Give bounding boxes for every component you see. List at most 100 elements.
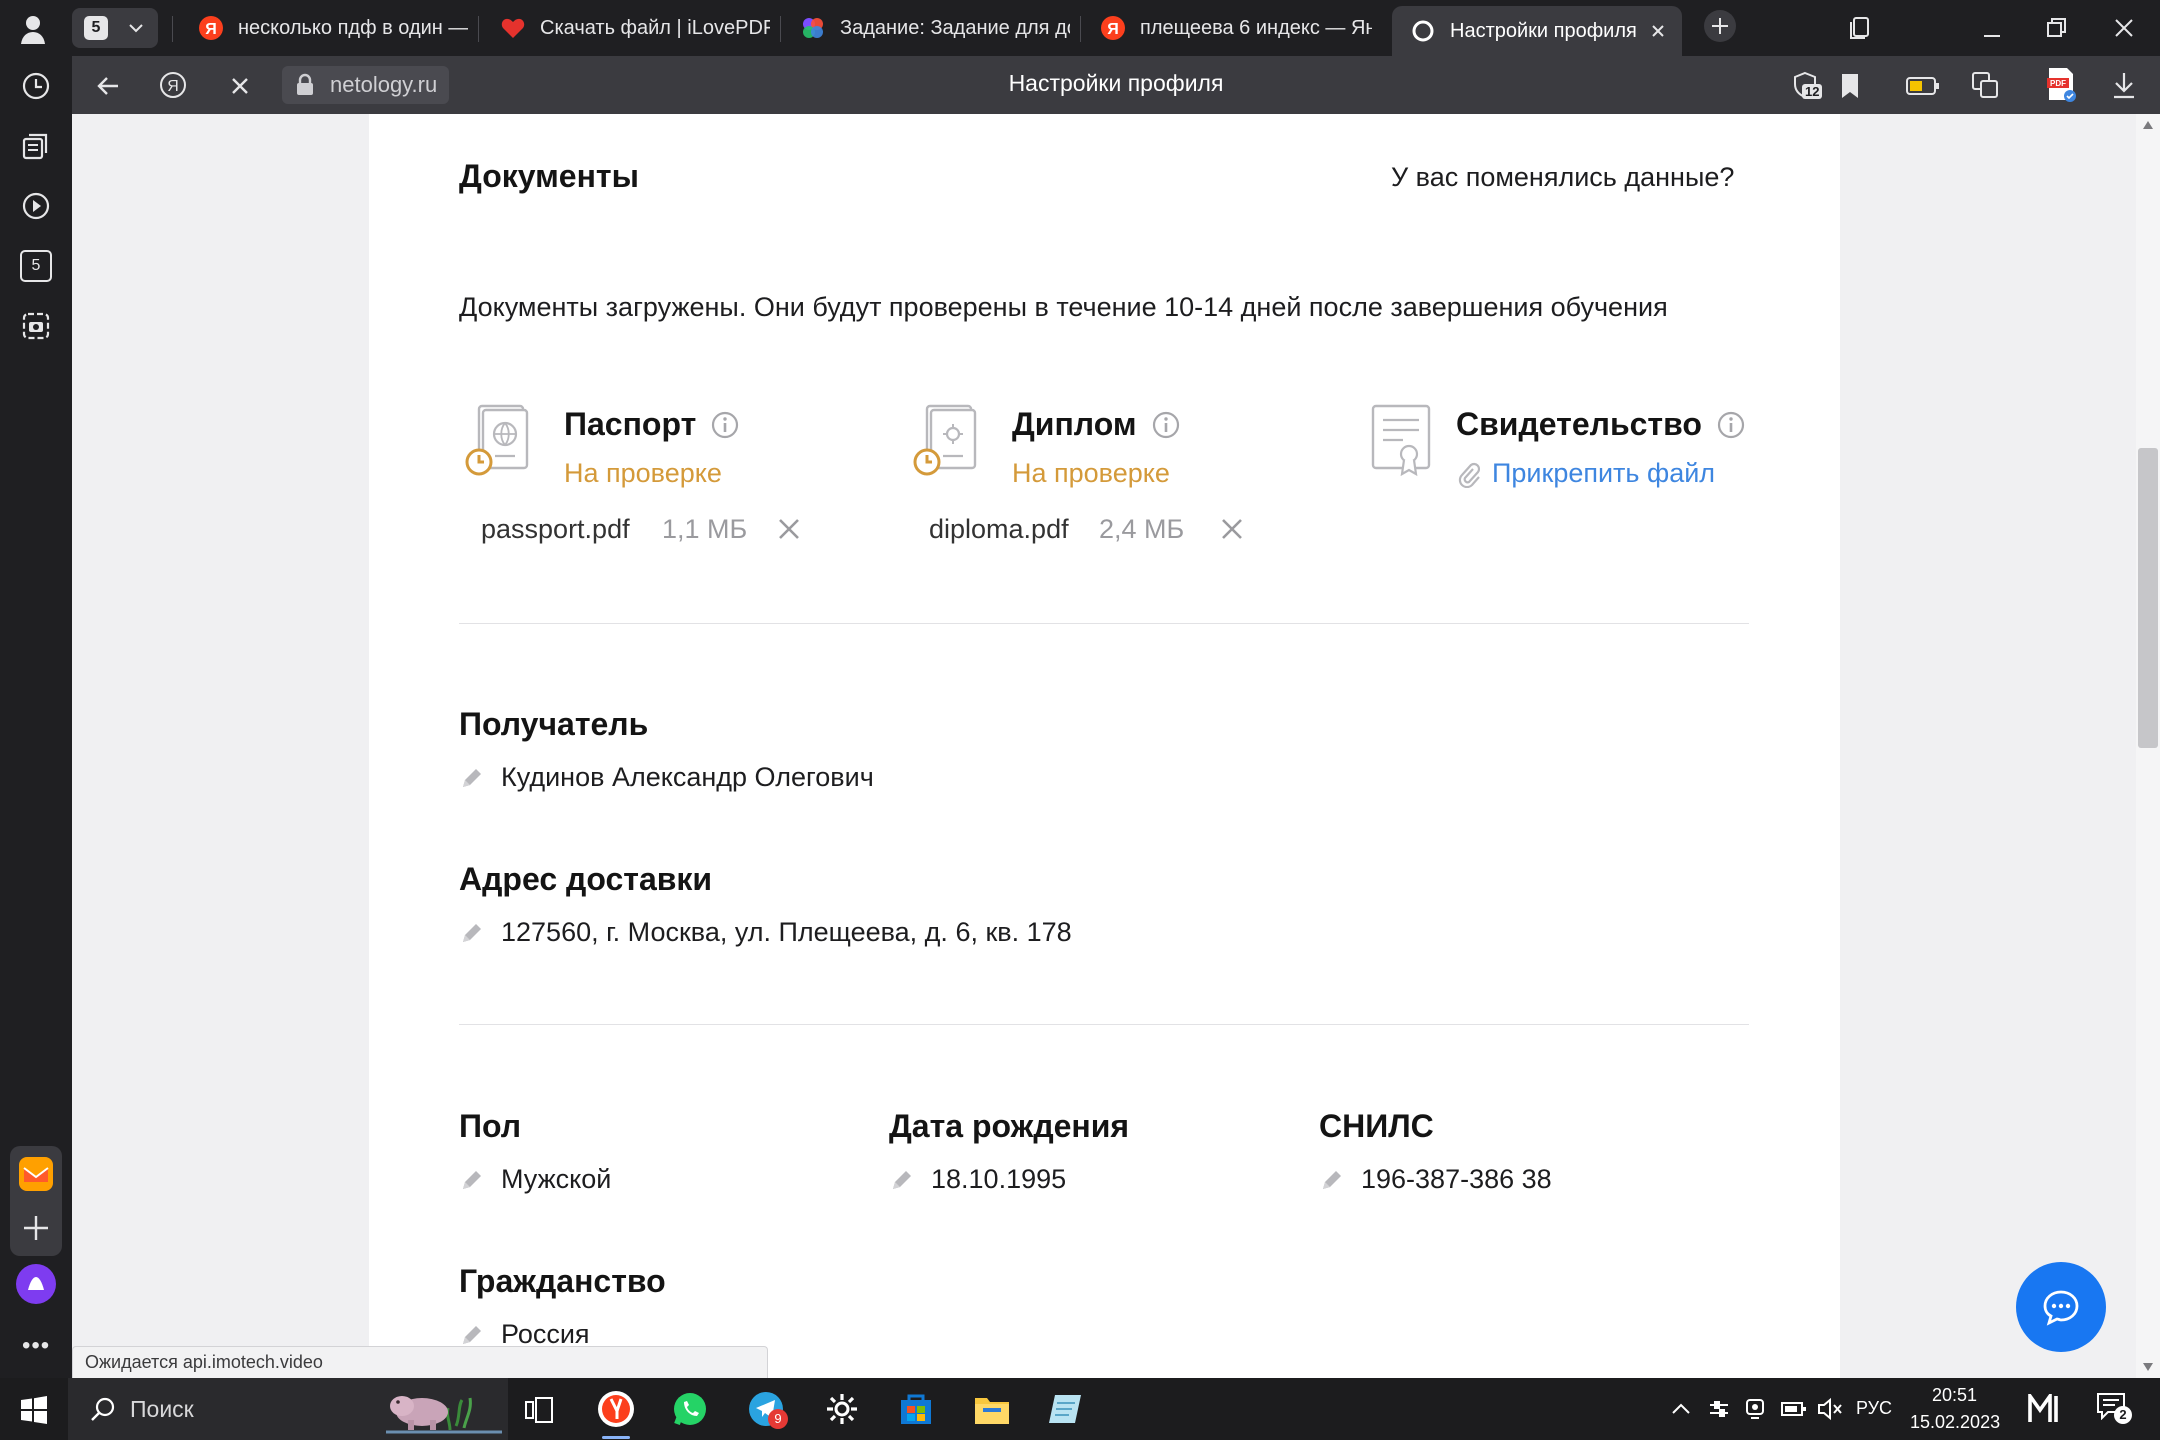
notification-count: 2	[2114, 1406, 2132, 1424]
attach-file-button[interactable]: Прикрепить файл	[1456, 458, 1715, 489]
recipient-field[interactable]: Кудинов Александр Олегович	[459, 762, 874, 793]
tray-date[interactable]: 15.02.2023	[1910, 1412, 2000, 1433]
passport-file-name[interactable]: passport.pdf	[481, 514, 630, 545]
tray-app-m-icon[interactable]	[2028, 1394, 2062, 1424]
minimize-icon[interactable]	[1978, 14, 2006, 42]
taskbar-settings[interactable]	[820, 1387, 864, 1431]
gender-heading: Пол	[459, 1108, 522, 1144]
close-window-icon[interactable]	[2110, 14, 2138, 42]
diploma-title-row: Диплом	[1012, 406, 1181, 443]
translate-icon[interactable]	[1970, 70, 2000, 100]
tray-network-toggle-icon[interactable]	[1706, 1398, 1732, 1420]
tray-chevron-up-icon[interactable]	[1670, 1400, 1692, 1418]
info-icon[interactable]	[1716, 410, 1746, 440]
snils-field[interactable]: 196-387-386 38	[1319, 1164, 1552, 1195]
yandex-home-icon[interactable]: Я	[158, 70, 188, 100]
mail-icon[interactable]	[18, 1156, 54, 1192]
windows-start-icon[interactable]	[20, 1396, 48, 1424]
taskbar-yandex-browser[interactable]	[580, 1378, 652, 1440]
new-tab-button[interactable]	[1704, 10, 1736, 42]
info-icon[interactable]	[1151, 410, 1181, 440]
tray-language[interactable]: РУС	[1856, 1398, 1892, 1419]
svg-text:Я: Я	[205, 21, 217, 38]
pdf-extension-button[interactable]: PDF	[2046, 66, 2078, 104]
tab-yandex-pdf[interactable]: Я несколько пдф в один —	[198, 4, 468, 52]
taskbar-notepad-app[interactable]	[1044, 1387, 1088, 1431]
profile-icon[interactable]	[16, 12, 50, 46]
close-tab-icon[interactable]	[1650, 23, 1666, 39]
tab-group-button[interactable]: 5	[72, 8, 158, 48]
shield-badge: 12	[1802, 84, 1823, 99]
scrollbar-thumb[interactable]	[2138, 448, 2158, 748]
documents-notice: Документы загружены. Они будут проверены…	[459, 292, 1668, 322]
pencil-edit-icon	[463, 1170, 481, 1189]
collections-icon[interactable]	[1846, 14, 1874, 42]
pencil-edit-icon	[463, 923, 481, 942]
taskbar-file-explorer[interactable]	[970, 1387, 1014, 1431]
tab-profile-settings[interactable]: Настройки профиля	[1392, 6, 1682, 56]
download-icon[interactable]	[2110, 70, 2138, 100]
notepad-icon	[1049, 1395, 1081, 1423]
yandex-browser-icon	[598, 1391, 634, 1427]
netology-flower-icon	[800, 15, 826, 41]
taskbar-telegram[interactable]: 9	[744, 1387, 788, 1431]
scroll-up-arrow-icon[interactable]	[2142, 120, 2154, 130]
snils-heading: СНИЛС	[1319, 1108, 1434, 1144]
stop-loading-icon[interactable]	[228, 74, 252, 98]
tray-time[interactable]: 20:51	[1932, 1385, 1977, 1406]
tab-title: плещеева 6 индекс — Янд	[1140, 16, 1372, 39]
passport-document-icon	[465, 404, 531, 484]
windows-taskbar: Поиск 9 РУС 20:51 15.02.2023 2	[0, 1378, 2160, 1440]
yandex-icon: Я	[1100, 15, 1126, 41]
pencil-edit-icon	[463, 1325, 481, 1344]
delivery-field[interactable]: 127560, г. Москва, ул. Плещеева, д. 6, к…	[459, 917, 1072, 948]
section-divider	[459, 1024, 1749, 1025]
active-indicator	[602, 1436, 630, 1439]
restore-icon[interactable]	[2042, 14, 2070, 42]
tray-volume-muted-icon[interactable]	[1816, 1396, 1844, 1422]
data-changed-link[interactable]: У вас поменялись данные?	[1391, 162, 1734, 193]
tabs-counter-icon[interactable]: 5	[20, 250, 52, 282]
alice-assistant-icon[interactable]	[14, 1262, 58, 1306]
remove-file-icon[interactable]	[777, 517, 801, 541]
history-clock-icon[interactable]	[20, 70, 52, 102]
battery-saver-icon[interactable]	[1906, 76, 1940, 96]
bookmark-icon[interactable]	[1838, 72, 1862, 100]
paperclip-icon	[1458, 462, 1480, 488]
notification-center-button[interactable]: 2	[2096, 1392, 2132, 1426]
ilovepdf-heart-icon	[500, 15, 526, 41]
collections-cards-icon[interactable]	[20, 130, 52, 162]
svg-text:Я: Я	[167, 78, 179, 95]
gear-icon	[827, 1394, 857, 1424]
telegram-badge: 9	[768, 1409, 788, 1429]
tab-ilovepdf[interactable]: Скачать файл | iLovePDF	[500, 4, 770, 52]
scroll-down-arrow-icon[interactable]	[2142, 1362, 2154, 1372]
screenshot-camera-icon[interactable]	[20, 310, 52, 342]
tray-battery-icon[interactable]	[1780, 1398, 1808, 1420]
url-field[interactable]: netology.ru	[282, 66, 450, 104]
tab-counter: 5	[84, 16, 108, 40]
loading-ring-icon	[1410, 18, 1436, 44]
birthdate-field[interactable]: 18.10.1995	[889, 1164, 1066, 1195]
taskbar-store[interactable]	[894, 1387, 938, 1431]
tab-yandex-search[interactable]: Я плещеева 6 индекс — Янд	[1100, 4, 1372, 52]
task-view-icon[interactable]	[524, 1396, 554, 1424]
add-app-icon[interactable]	[20, 1212, 52, 1244]
remove-file-icon[interactable]	[1220, 517, 1244, 541]
tray-webcam-icon[interactable]	[1742, 1396, 1768, 1422]
taskbar-search-box[interactable]: Поиск	[68, 1378, 508, 1440]
diploma-document-icon	[913, 404, 979, 484]
diploma-file-name[interactable]: diploma.pdf	[929, 514, 1069, 545]
support-chat-button[interactable]	[2016, 1262, 2106, 1352]
birthdate-value: 18.10.1995	[931, 1164, 1067, 1194]
taskbar-whatsapp[interactable]	[668, 1387, 712, 1431]
tab-netology-task[interactable]: Задание: Задание для доп	[800, 4, 1070, 52]
hippo-search-highlight-icon	[386, 1396, 502, 1434]
birthdate-heading: Дата рождения	[889, 1108, 1130, 1144]
info-icon[interactable]	[710, 410, 740, 440]
back-arrow-icon[interactable]	[94, 72, 122, 100]
gender-field[interactable]: Мужской	[459, 1164, 611, 1195]
video-play-icon[interactable]	[20, 190, 52, 222]
more-dots-icon[interactable]: •••	[22, 1332, 50, 1360]
protect-shield-button[interactable]: 12	[1790, 70, 1824, 104]
